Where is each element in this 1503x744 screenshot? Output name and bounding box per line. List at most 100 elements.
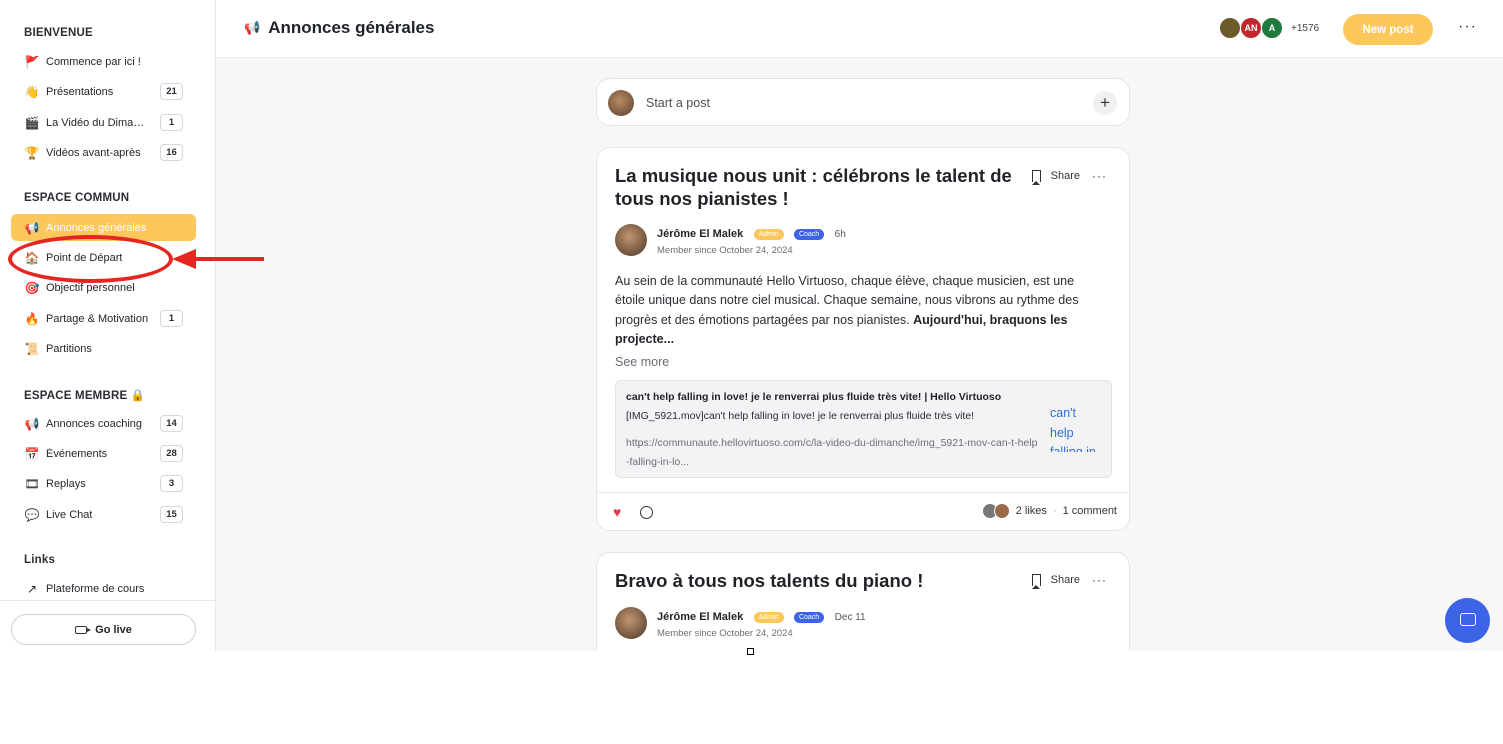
comment-icon[interactable]: [640, 506, 653, 519]
sidebar-item-partage-motivation[interactable]: 🔥 Partage & Motivation 1: [11, 305, 196, 332]
annotation-arrow-icon: [172, 249, 264, 269]
author-name[interactable]: Jérôme El Malek: [657, 228, 743, 240]
post-time: 6h: [834, 229, 846, 240]
annotation-circle: [8, 235, 173, 283]
page-title: 📢 Annonces générales: [244, 18, 434, 38]
separator: ·: [1052, 505, 1057, 517]
count-badge: 15: [160, 506, 183, 523]
new-post-button[interactable]: New post: [1343, 14, 1433, 45]
post-author: Jérôme El Malek Admin Coach Dec 11 Membe…: [615, 607, 866, 639]
sidebar-item-commence-par-ici[interactable]: 🚩 Commence par ici !: [11, 48, 196, 75]
author-name[interactable]: Jérôme El Malek: [657, 611, 743, 623]
post-actions: Share ···: [1031, 573, 1107, 589]
sidebar-item-replays[interactable]: 🎞 Replays 3: [11, 470, 196, 497]
heart-icon[interactable]: ♥: [613, 504, 621, 520]
sidebar-item-label: La Vidéo du Dimanche: [46, 116, 150, 129]
sidebar-item-label: Vidéos avant-après: [46, 146, 141, 159]
chat-bubble-icon: [1460, 613, 1476, 626]
post-composer[interactable]: Start a post +: [596, 78, 1130, 126]
flag-icon: 🚩: [24, 54, 40, 69]
member-count: +1576: [1291, 22, 1320, 34]
sidebar-item-label: Partitions: [46, 342, 92, 355]
clapperboard-icon: 🎬: [24, 115, 40, 130]
likes-count[interactable]: 2 likes: [1016, 505, 1047, 517]
more-options-icon[interactable]: ···: [1458, 18, 1477, 36]
link-preview-title: can't help falling in love! je le renver…: [626, 391, 1002, 403]
link-preview-description: [IMG_5921.mov]can't help falling in love…: [626, 410, 975, 422]
plus-icon[interactable]: +: [1093, 91, 1117, 115]
support-chat-button[interactable]: [1445, 598, 1490, 643]
admin-badge: Admin: [753, 229, 784, 240]
sidebar-item-live-chat[interactable]: 💬 Live Chat 15: [11, 501, 196, 528]
member-since: Member since October 24, 2024: [657, 245, 793, 256]
section-title-bienvenue: BIENVENUE: [24, 27, 93, 39]
target-icon: 🎯: [24, 280, 40, 295]
link-preview-url: https://communaute.hellovirtuoso.com/c/l…: [626, 437, 1038, 468]
resize-handle[interactable]: [747, 648, 754, 655]
post-author: Jérôme El Malek Admin Coach 6h Member si…: [615, 224, 846, 256]
megaphone-icon: 📢: [24, 416, 40, 431]
sidebar-item-presentations[interactable]: 👋 Présentations 21: [11, 78, 196, 105]
count-badge: 16: [160, 144, 183, 161]
sidebar-item-label: Replays: [46, 477, 86, 490]
sidebar-item-partitions[interactable]: 📜 Partitions: [11, 335, 196, 362]
feed: Start a post + La musique nous unit : cé…: [216, 58, 1503, 651]
sidebar-item-label: Commence par ici !: [46, 55, 141, 68]
sidebar-item-plateforme-de-cours[interactable]: ↗ Plateforme de cours: [11, 575, 196, 602]
member-avatars[interactable]: AN A +1576: [1219, 17, 1319, 39]
post-time: Dec 11: [834, 612, 866, 623]
trophy-icon: 🏆: [24, 145, 40, 160]
avatar[interactable]: [615, 607, 647, 639]
post-card: La musique nous unit : célébrons le tale…: [596, 147, 1130, 531]
speech-bubble-icon: 💬: [24, 507, 40, 522]
post-card: Bravo à tous nos talents du piano ! Shar…: [596, 552, 1130, 651]
sidebar-footer: Go live: [0, 600, 216, 651]
start-post-input[interactable]: Start a post: [646, 96, 710, 110]
count-badge: 28: [160, 445, 183, 462]
post-title[interactable]: Bravo à tous nos talents du piano !: [615, 569, 1025, 592]
comments-count[interactable]: 1 comment: [1063, 505, 1117, 517]
share-button[interactable]: Share: [1051, 574, 1080, 586]
post-footer: ♥ 2 likes · 1 comment: [597, 492, 1129, 530]
megaphone-icon: 📢: [24, 220, 40, 235]
more-options-icon[interactable]: ···: [1092, 573, 1107, 587]
broken-image-alt[interactable]: can't help falling in lo: [1050, 404, 1102, 452]
sidebar-item-annonces-coaching[interactable]: 📢 Annonces coaching 14: [11, 410, 196, 437]
section-title-espace-membre: ESPACE MEMBRE 🔒: [24, 390, 146, 402]
bookmark-icon[interactable]: [1031, 170, 1041, 185]
post-title[interactable]: La musique nous unit : célébrons le tale…: [615, 164, 1025, 210]
share-button[interactable]: Share: [1051, 170, 1080, 182]
avatar: [1219, 17, 1241, 39]
count-badge: 1: [160, 114, 183, 131]
see-more-link[interactable]: See more: [615, 355, 669, 369]
page-title-text: Annonces générales: [268, 18, 435, 37]
post-body: Au sein de la communauté Hello Virtuoso,…: [615, 272, 1097, 350]
app-window: BIENVENUE 🚩 Commence par ici ! 👋 Présent…: [0, 0, 1503, 651]
bookmark-icon[interactable]: [1031, 574, 1041, 589]
film-icon: 🎞: [24, 476, 40, 491]
sidebar-item-label: Annonces coaching: [46, 417, 143, 430]
avatar: [993, 503, 1010, 519]
link-preview[interactable]: can't help falling in love! je le renver…: [615, 380, 1112, 478]
sidebar-item-label: Présentations: [46, 85, 114, 98]
sidebar-item-videos-avant-apres[interactable]: 🏆 Vidéos avant-après 16: [11, 139, 196, 166]
scroll-icon: 📜: [24, 341, 40, 356]
sidebar-item-evenements[interactable]: 📅 Événements 28: [11, 440, 196, 467]
wave-icon: 👋: [24, 84, 40, 99]
sidebar-item-label: Annonces générales: [46, 221, 147, 234]
go-live-button[interactable]: Go live: [11, 614, 196, 645]
engagement-summary: 2 likes · 1 comment: [981, 503, 1117, 519]
count-badge: 1: [160, 310, 183, 327]
sidebar-item-video-du-dimanche[interactable]: 🎬 La Vidéo du Dimanche 1: [11, 109, 196, 136]
count-badge: 3: [160, 475, 183, 492]
more-options-icon[interactable]: ···: [1092, 169, 1107, 183]
fire-icon: 🔥: [24, 311, 40, 326]
top-header: 📢 Annonces générales AN A +1576 New post…: [216, 0, 1503, 58]
count-badge: 14: [160, 415, 183, 432]
member-since: Member since October 24, 2024: [657, 628, 793, 639]
go-live-label: Go live: [95, 623, 132, 636]
sidebar-item-label: Live Chat: [46, 508, 93, 521]
section-title-links: Links: [24, 554, 56, 566]
sidebar-item-label: Objectif personnel: [46, 281, 135, 294]
avatar[interactable]: [615, 224, 647, 256]
